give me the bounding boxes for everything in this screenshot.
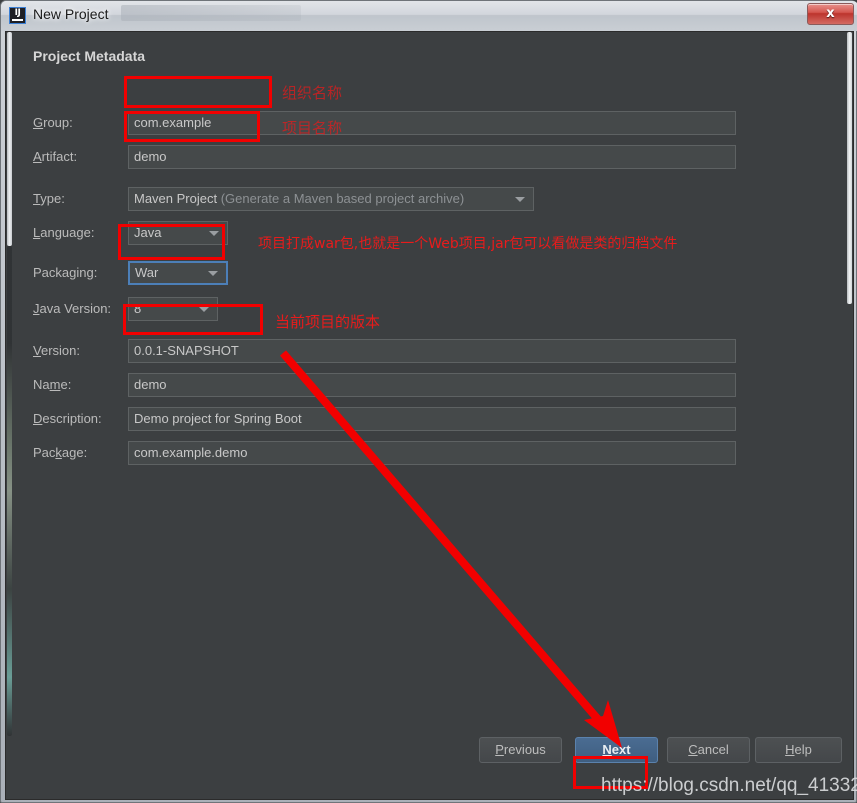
label-packaging: Packaging:: [33, 265, 98, 280]
package-input[interactable]: com.example.demo: [128, 441, 736, 465]
version-input[interactable]: 0.0.1-SNAPSHOT: [128, 339, 736, 363]
form-row-group: Group: com.example: [6, 111, 853, 137]
form-row-language: Language: Java: [6, 221, 853, 247]
dialog-button-bar: Previous Next Cancel Help: [6, 737, 853, 799]
help-button[interactable]: Help: [755, 737, 842, 763]
screenshot-root: IJ New Project x Project Metadata Group:…: [0, 0, 857, 803]
right-scrollbar-thumb[interactable]: [847, 32, 852, 304]
chevron-down-icon: [515, 197, 525, 202]
chevron-down-icon: [209, 231, 219, 236]
packaging-combobox[interactable]: War: [128, 261, 228, 285]
chevron-down-icon: [208, 271, 218, 276]
java-version-combobox[interactable]: 8: [128, 297, 218, 321]
close-button[interactable]: x: [807, 3, 854, 25]
label-package: Package:: [33, 445, 88, 460]
left-scrollbar-thumb[interactable]: [7, 32, 12, 246]
title-bar-highlight: [121, 5, 301, 21]
form-row-description: Description: Demo project for Spring Boo…: [6, 407, 853, 433]
name-input[interactable]: demo: [128, 373, 736, 397]
page-title: Project Metadata: [33, 48, 146, 64]
packaging-value: War: [135, 265, 159, 280]
form-row-type: Type: Maven Project (Generate a Maven ba…: [6, 187, 853, 213]
label-language: Language:: [33, 225, 95, 240]
label-type: Type:: [33, 191, 65, 206]
window-frame: IJ New Project x Project Metadata Group:…: [0, 0, 857, 803]
label-name: Name:: [33, 377, 72, 392]
left-scrollbar-track[interactable]: [7, 246, 12, 736]
window-title: New Project: [33, 6, 109, 22]
cancel-button[interactable]: Cancel: [667, 737, 750, 763]
type-value-description: (Generate a Maven based project archive): [217, 191, 465, 206]
form-row-packaging: Packaging: War: [6, 261, 853, 287]
chevron-down-icon: [199, 307, 209, 312]
form-row-name: Name: demo: [6, 373, 853, 399]
type-value: Maven Project: [134, 191, 218, 206]
left-scrollbar[interactable]: [6, 32, 13, 737]
form-row-artifact: Artifact: demo: [6, 145, 853, 171]
group-input[interactable]: com.example: [128, 111, 736, 135]
intellij-idea-icon: IJ: [9, 7, 26, 24]
previous-button[interactable]: Previous: [479, 737, 562, 763]
label-group: Group:: [33, 115, 73, 130]
title-bar: IJ New Project x: [1, 1, 857, 31]
form-content-area: Project Metadata Group: com.example Arti…: [6, 32, 853, 737]
language-combobox[interactable]: Java: [128, 221, 228, 245]
label-version: Version:: [33, 343, 80, 358]
language-value: Java: [134, 225, 162, 240]
right-scrollbar[interactable]: [846, 32, 853, 737]
label-description: Description:: [33, 411, 102, 426]
next-button[interactable]: Next: [575, 737, 658, 763]
type-combobox[interactable]: Maven Project (Generate a Maven based pr…: [128, 187, 534, 211]
form-row-java-version: Java Version: 8: [6, 297, 853, 323]
java-version-value: 8: [134, 301, 142, 316]
dialog-body: Project Metadata Group: com.example Arti…: [5, 31, 854, 800]
label-java-version: Java Version:: [33, 301, 112, 316]
artifact-input[interactable]: demo: [128, 145, 736, 169]
form-row-package: Package: com.example.demo: [6, 441, 853, 467]
label-artifact: Artifact:: [33, 149, 78, 164]
form-row-version: Version: 0.0.1-SNAPSHOT: [6, 339, 853, 365]
description-input[interactable]: Demo project for Spring Boot: [128, 407, 736, 431]
